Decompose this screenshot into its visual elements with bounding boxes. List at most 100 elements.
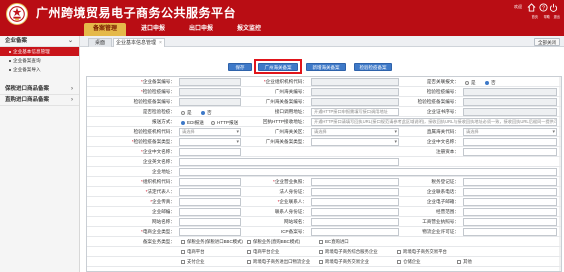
field-label: 是否关联报文： [405, 77, 459, 87]
business-type-checkbox[interactable]: 跨境电子商务进出口物流企业 [247, 258, 310, 266]
business-type-checkbox[interactable]: 电商平台企业 [247, 248, 279, 256]
text-field[interactable] [463, 88, 557, 96]
bullet-icon [9, 68, 11, 71]
field-label: *法定代表人： [89, 187, 175, 197]
select-field[interactable] [179, 138, 241, 146]
business-type-checkbox[interactable]: 跨境电子商务交易平台 [397, 248, 447, 256]
business-type-checkbox[interactable]: 跨境电子商务综合服务企业 [319, 248, 378, 256]
text-field[interactable] [463, 108, 557, 116]
text-field[interactable] [311, 188, 399, 196]
text-field[interactable] [179, 208, 241, 216]
text-field[interactable] [311, 208, 399, 216]
radio-option[interactable]: 否 [201, 109, 212, 116]
form-row: *企业备案编号： *企业组织机构代码： 是否关联报文： 是 否 [87, 77, 561, 87]
text-field[interactable] [311, 78, 399, 86]
field-label: 回执HTTP接收地址： [247, 117, 307, 127]
business-type-checkbox[interactable]: 支付企业 [181, 258, 205, 266]
nav-message-monitor[interactable]: 报文监控 [228, 23, 270, 36]
text-field[interactable] [463, 208, 557, 216]
text-field[interactable] [311, 198, 399, 206]
home-caption: 首页 [531, 15, 538, 19]
text-field[interactable] [463, 148, 557, 156]
field-label-text: 注册资本： [436, 149, 459, 154]
field-label-text: 接口调用地址： [274, 109, 307, 114]
text-field[interactable] [179, 218, 241, 226]
select-field[interactable]: 请选择 [179, 128, 241, 136]
text-field[interactable] [311, 178, 399, 186]
form-row: 企业邮编： 联系人身份证： 经营范围： [87, 207, 561, 217]
home-icon[interactable] [527, 3, 536, 12]
text-field[interactable] [463, 188, 557, 196]
radio-option[interactable]: 否 [485, 79, 496, 86]
field-label-text: 网站名称： [152, 219, 175, 224]
text-field[interactable]: 开通HTTP接口请填写回执URL(接口规范请参考此区域说明)，接收回执URL与接… [311, 118, 557, 126]
sidebar-group-direct-import[interactable]: 直购进口商品备案 › [0, 95, 79, 106]
sidebar-item-record-import[interactable]: 企业备案导入 [0, 65, 79, 74]
field-label: 备案业务类型： [89, 237, 175, 247]
text-field[interactable] [179, 168, 557, 176]
checkbox-label: 跨境电子商务进出口物流企业 [253, 259, 311, 264]
help-icon[interactable]: ? [539, 3, 548, 12]
text-field[interactable] [311, 98, 399, 106]
nav-record-management[interactable]: 备案管理 [84, 23, 126, 36]
text-field[interactable] [179, 88, 241, 96]
radio-option[interactable]: EDI报送 [181, 119, 204, 126]
field-label-text: 广州海关备案编号： [265, 99, 307, 104]
text-field[interactable] [463, 198, 557, 206]
text-field[interactable]: 开通HTTP接口申报需填写接口调用地址 [311, 108, 399, 116]
select-field[interactable] [311, 138, 399, 146]
field-label: 企业中文名称： [405, 137, 459, 147]
text-field[interactable] [463, 228, 557, 236]
power-icon[interactable] [549, 3, 558, 12]
field-label: 税务登记证： [405, 177, 459, 187]
nav-import-declaration[interactable]: 进口申报 [132, 23, 174, 36]
text-field[interactable] [179, 78, 241, 86]
business-type-checkbox[interactable]: BC直购进口 [319, 238, 349, 246]
tab-enterprise-info[interactable]: 企业基本信息管理 × [113, 38, 165, 47]
business-type-checkbox[interactable]: 电商平台 [181, 248, 205, 256]
text-field[interactable] [179, 98, 241, 106]
close-all-button[interactable]: 全部关闭 [534, 38, 560, 46]
text-field[interactable] [311, 228, 399, 236]
business-type-checkbox[interactable]: 其他 [457, 258, 472, 266]
add-customs-record-button[interactable]: 新增海关备案 [306, 63, 346, 71]
text-field[interactable] [179, 178, 241, 186]
form-row: 企业英文名称： [87, 157, 561, 167]
business-type-checkbox[interactable]: 保税业务(保税进口BBC模式) [181, 238, 243, 246]
sidebar-group-enterprise-record[interactable]: 企业备案 ⌄ [0, 36, 79, 47]
field-label: *企业备案编号： [89, 77, 175, 87]
text-field[interactable] [463, 98, 557, 106]
radio-option[interactable]: HTTP报送 [211, 119, 238, 126]
text-field[interactable] [463, 138, 557, 146]
text-field[interactable] [311, 218, 399, 226]
field-label-text: 企业邮编： [152, 209, 175, 214]
business-type-checkbox[interactable]: 保税业务(直购BBC模式) [247, 238, 300, 246]
field-label: 直属海关代码： [405, 127, 459, 137]
nav-export-declaration[interactable]: 出口申报 [180, 23, 222, 36]
checkbox-box [319, 249, 323, 254]
text-field[interactable] [179, 198, 241, 206]
checkbox-label: 跨境电子商务综合服务企业 [325, 249, 378, 254]
tab-desktop[interactable]: 桌面 [88, 38, 112, 47]
text-field[interactable] [179, 148, 241, 156]
save-button[interactable]: 保存 [228, 63, 252, 71]
close-icon[interactable]: × [159, 40, 162, 46]
select-field[interactable]: 请选择 [463, 128, 557, 136]
inspection-record-button[interactable]: 检验检疫备案 [354, 63, 392, 71]
business-type-checkbox[interactable]: 仓储企业 [397, 258, 421, 266]
text-field[interactable] [179, 188, 241, 196]
sidebar-item-enterprise-info[interactable]: 企业基本信息管理 [0, 47, 79, 56]
select-field[interactable]: 请选择 [311, 128, 399, 136]
text-field[interactable] [179, 158, 399, 166]
text-field[interactable] [311, 88, 399, 96]
field-label-text: 企业中文名称： [142, 149, 175, 154]
text-field[interactable] [463, 218, 557, 226]
sidebar-group-bonded-import[interactable]: 保税进口商品备案 › [0, 84, 79, 95]
text-field[interactable] [179, 228, 241, 236]
field-label: *电商企业类型： [89, 227, 175, 237]
sidebar-item-record-query[interactable]: 企业备案查询 [0, 56, 79, 65]
radio-option[interactable]: 是 [181, 109, 192, 116]
radio-option[interactable]: 是 [465, 79, 476, 86]
business-type-checkbox[interactable]: 跨境电子商务交易企业 [319, 258, 369, 266]
text-field[interactable] [463, 178, 557, 186]
